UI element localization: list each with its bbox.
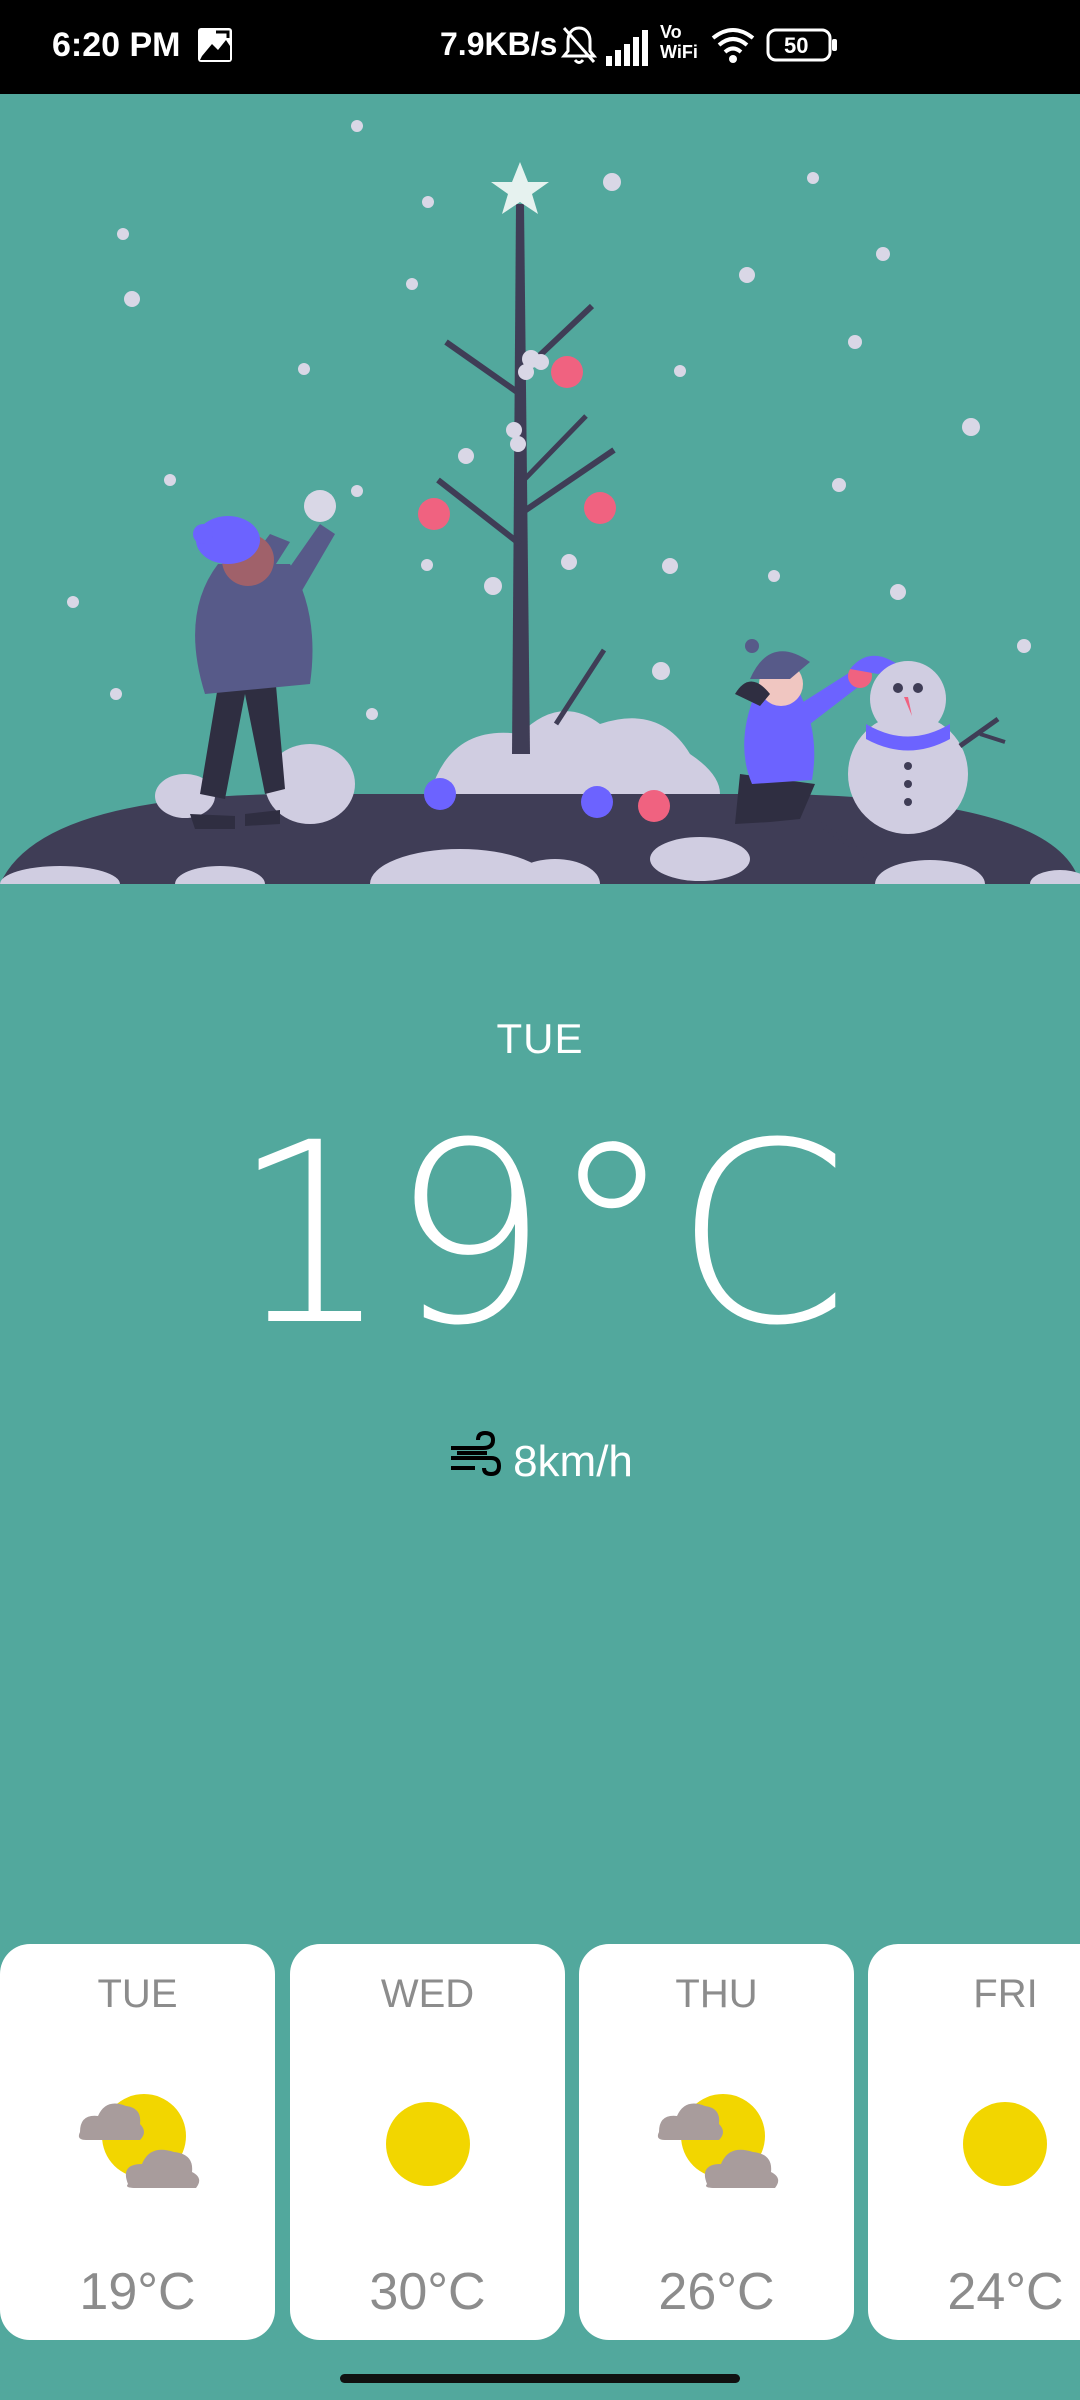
- wind-icon: [447, 1428, 503, 1495]
- forecast-card-wed[interactable]: WED 30°C: [290, 1944, 565, 2340]
- wind-speed-value: 8km/h: [513, 1436, 633, 1486]
- forecast-temp: 24°C: [947, 2263, 1064, 2321]
- current-temperature: 19°C: [231, 1089, 849, 1380]
- sun-icon: [925, 2084, 1080, 2209]
- forecast-temp: 26°C: [658, 2263, 775, 2321]
- home-indicator[interactable]: [340, 2374, 740, 2383]
- forecast-card-thu[interactable]: THU 26°C: [579, 1944, 854, 2340]
- forecast-card-fri[interactable]: FRI 24°C: [868, 1944, 1080, 2340]
- forecast-temp: 30°C: [369, 2263, 486, 2321]
- forecast-card-tue[interactable]: TUE 19°C: [0, 1944, 275, 2340]
- status-bar: 6:20 PM 7.9KB/s Vo WiFi 50: [0, 0, 1080, 94]
- battery-level: 50: [784, 33, 809, 58]
- wifi-icon: [710, 26, 756, 69]
- forecast-list[interactable]: TUE 19°C WED 30°C THU 26°C FRI 24°C: [0, 1944, 1080, 2344]
- forecast-temp: 19°C: [79, 2263, 196, 2321]
- data-speed: 7.9KB/s: [440, 26, 558, 62]
- forecast-day: TUE: [97, 1972, 178, 2016]
- sun-icon: [348, 2084, 508, 2209]
- partly-cloudy-icon: [58, 2084, 218, 2209]
- current-day-label: TUE: [496, 1015, 584, 1062]
- bell-muted-icon: [560, 24, 598, 71]
- partly-cloudy-icon: [637, 2084, 797, 2209]
- forecast-day: WED: [380, 1972, 475, 2016]
- status-time: 6:20 PM: [52, 26, 181, 64]
- winter-illustration: [0, 120, 1080, 884]
- notification-image-icon: [196, 26, 234, 69]
- forecast-day: THU: [675, 1972, 758, 2016]
- wind-speed: 8km/h: [0, 1428, 1080, 1495]
- signal-icon: [606, 30, 648, 71]
- vowifi-icon: Vo WiFi: [660, 22, 698, 62]
- forecast-day: FRI: [973, 1972, 1038, 2016]
